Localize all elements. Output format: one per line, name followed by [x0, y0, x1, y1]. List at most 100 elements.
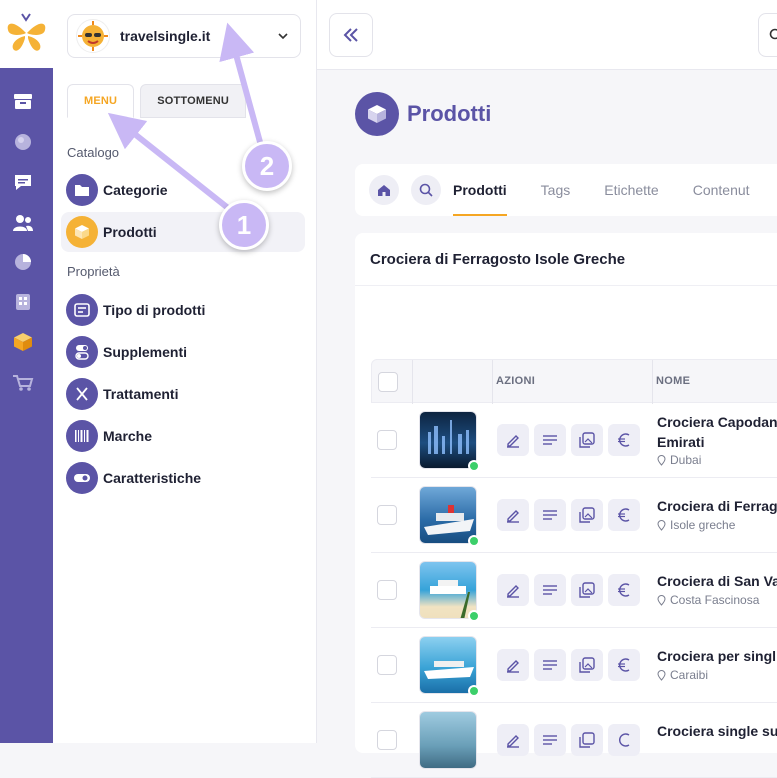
search-button[interactable] — [758, 13, 777, 57]
sidebar-item-prodotti[interactable]: Prodotti — [61, 212, 305, 252]
status-active-dot — [468, 610, 480, 622]
product-name[interactable]: Crociera per singl — [657, 646, 776, 666]
product-card: Crociera di Ferragosto Isole Greche AZIO… — [355, 233, 777, 753]
status-active-dot — [468, 460, 480, 472]
chat-icon[interactable] — [12, 171, 34, 193]
product-thumbnail[interactable] — [419, 636, 477, 694]
pencil-icon — [505, 582, 521, 598]
building-icon[interactable] — [12, 291, 34, 313]
description-button[interactable] — [534, 649, 566, 681]
product-name[interactable]: Crociera di Ferrag — [657, 496, 777, 516]
table-row[interactable]: Crociera single su — [371, 703, 777, 778]
price-button[interactable] — [608, 574, 640, 606]
sidebar-item-label: Trattamenti — [103, 386, 178, 402]
search-tab-button[interactable] — [411, 175, 441, 205]
home-icon — [377, 184, 391, 197]
sidebar-item-tipo-prodotti[interactable]: Tipo di prodotti — [61, 290, 305, 330]
table-row[interactable]: Crociera per singl Caraibi — [371, 628, 777, 703]
row-checkbox[interactable] — [377, 580, 397, 600]
edit-button[interactable] — [497, 424, 529, 456]
sidebar-item-marche[interactable]: Marche — [61, 416, 305, 456]
description-button[interactable] — [534, 499, 566, 531]
location-pin-icon — [657, 520, 666, 531]
table-row[interactable]: Crociera di San Va Costa Fascinosa — [371, 553, 777, 628]
gallery-button[interactable] — [571, 424, 603, 456]
sun-logo-icon — [76, 19, 110, 53]
pie-chart-icon[interactable] — [12, 251, 34, 273]
description-button[interactable] — [534, 574, 566, 606]
edit-button[interactable] — [497, 649, 529, 681]
product-location: Dubai — [657, 453, 701, 467]
select-all-checkbox[interactable] — [378, 372, 398, 392]
description-button[interactable] — [534, 724, 566, 756]
barcode-icon — [66, 420, 98, 452]
tab-submenu[interactable]: SOTTOMENU — [140, 84, 246, 118]
euro-icon — [617, 732, 631, 748]
gallery-button[interactable] — [571, 649, 603, 681]
sidebar-item-label: Categorie — [103, 182, 168, 198]
row-checkbox[interactable] — [377, 430, 397, 450]
row-checkbox[interactable] — [377, 655, 397, 675]
tab-tags[interactable]: Tags — [541, 164, 571, 216]
price-button[interactable] — [608, 649, 640, 681]
tab-etichette[interactable]: Etichette — [604, 164, 658, 216]
cart-icon[interactable] — [12, 372, 34, 394]
location-pin-icon — [657, 670, 666, 681]
users-icon[interactable] — [12, 212, 34, 234]
sidebar-item-trattamenti[interactable]: Trattamenti — [61, 374, 305, 414]
divider — [355, 285, 777, 286]
sidebar-item-label: Caratteristiche — [103, 470, 201, 486]
table-row[interactable]: Crociera di Ferrag Isole greche — [371, 478, 777, 553]
product-name[interactable]: Crociera single su — [657, 721, 777, 741]
product-thumbnail[interactable] — [419, 486, 477, 544]
row-checkbox[interactable] — [377, 730, 397, 750]
gallery-button[interactable] — [571, 499, 603, 531]
edit-button[interactable] — [497, 724, 529, 756]
app-logo[interactable] — [0, 0, 53, 68]
table-row[interactable]: Crociera CapodanEmirati Dubai — [371, 403, 777, 478]
divider — [412, 360, 413, 404]
butterfly-logo-icon — [0, 0, 53, 68]
tab-contenuti[interactable]: Contenut — [693, 164, 750, 216]
edit-button[interactable] — [497, 499, 529, 531]
site-selector[interactable]: travelsingle.it — [67, 14, 301, 58]
box-icon — [66, 216, 98, 248]
divider — [652, 360, 653, 404]
text-lines-icon — [542, 508, 558, 522]
tab-menu[interactable]: MENU — [67, 84, 134, 118]
product-name[interactable]: Crociera CapodanEmirati — [657, 412, 777, 452]
price-button[interactable] — [608, 424, 640, 456]
product-thumbnail[interactable] — [419, 411, 477, 469]
price-button[interactable] — [608, 499, 640, 531]
row-checkbox[interactable] — [377, 505, 397, 525]
sidebar-item-label: Supplementi — [103, 344, 187, 360]
product-name[interactable]: Crociera di San Va — [657, 571, 777, 591]
box-icon[interactable] — [12, 331, 34, 353]
product-location: Caraibi — [657, 668, 708, 682]
page-title: Prodotti — [407, 101, 491, 127]
edit-button[interactable] — [497, 574, 529, 606]
product-thumbnail[interactable] — [419, 711, 477, 769]
price-button[interactable] — [608, 724, 640, 756]
sidebar-item-supplementi[interactable]: Supplementi — [61, 332, 305, 372]
gallery-button[interactable] — [571, 574, 603, 606]
gallery-button[interactable] — [571, 724, 603, 756]
status-active-dot — [468, 685, 480, 697]
sidebar: travelsingle.it MENU SOTTOMENU Catalogo … — [53, 0, 317, 743]
search-icon — [769, 28, 777, 42]
product-thumbnail[interactable] — [419, 561, 477, 619]
header-name[interactable]: NOME — [656, 375, 690, 387]
section-catalog: Catalogo — [67, 145, 119, 160]
globe-icon[interactable] — [12, 131, 34, 153]
euro-icon — [617, 432, 631, 448]
home-button[interactable] — [369, 175, 399, 205]
header-actions[interactable]: AZIONI — [496, 375, 535, 387]
description-button[interactable] — [534, 424, 566, 456]
sidebar-item-caratteristiche[interactable]: Caratteristiche — [61, 458, 305, 498]
collapse-sidebar-button[interactable] — [329, 13, 373, 57]
card-icon — [66, 294, 98, 326]
tab-prodotti[interactable]: Prodotti — [453, 164, 507, 216]
sidebar-item-label: Prodotti — [103, 224, 157, 240]
archive-icon[interactable] — [12, 90, 34, 112]
double-chevron-left-icon — [342, 27, 360, 43]
